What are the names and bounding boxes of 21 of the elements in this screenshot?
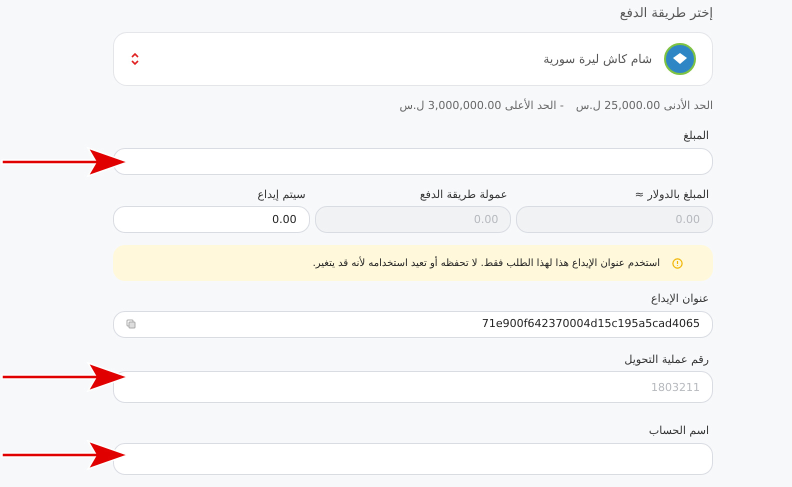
amount-input-field[interactable] — [113, 148, 713, 174]
notice-text: استخدم عنوان الإيداع هذا لهذا الطلب فقط. لا تحفظه أو تعيد استخدامه لأنه قد يتغير. — [312, 256, 660, 270]
summary-input-field[interactable]: 0.00 — [112, 206, 310, 233]
account-name-input-field[interactable] — [113, 442, 713, 474]
section-title: إختر طريقة الدفع — [618, 5, 713, 23]
field-label: اسم الحساب — [648, 423, 710, 439]
sort-chevrons-icon — [130, 52, 140, 66]
min-limit-text: الحد الأدنى 25,000.00 ل.س — [576, 98, 713, 114]
transfer-number-input-field[interactable]: 1803211 — [113, 371, 713, 403]
payment-method-select[interactable]: شام كاش ليرة سورية — [113, 32, 713, 86]
field-label: عنوان الإيداع — [650, 291, 710, 307]
field-label: سيتم إيداع — [256, 186, 307, 203]
field-label: المبلغ — [682, 128, 710, 144]
field-label: رقم عملية التحويل — [623, 352, 710, 368]
field-label: المبلغ بالدولار ≈ — [634, 186, 710, 203]
wallet-logo-icon — [664, 42, 696, 74]
max-limit-text: - الحد الأعلى 3,000,000.00 ل.س — [400, 98, 564, 114]
field-label: عمولة طريقة الدفع — [418, 186, 508, 203]
info-circle-icon — [672, 258, 683, 268]
copy-icon[interactable] — [126, 319, 136, 329]
deposit-address-field[interactable]: 71e900f642370004d15c195a5cad4065 — [113, 310, 713, 338]
